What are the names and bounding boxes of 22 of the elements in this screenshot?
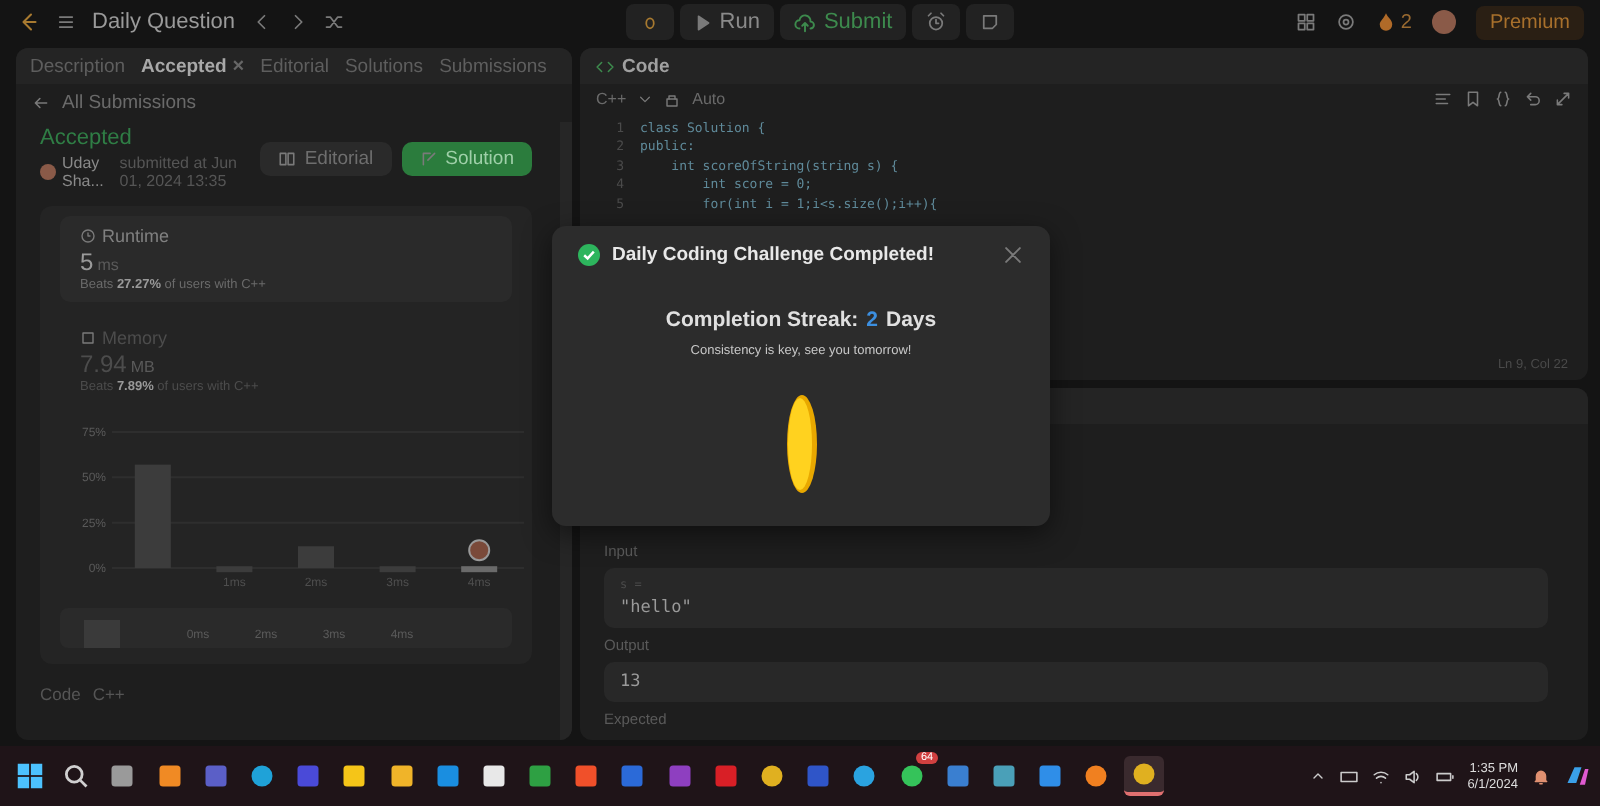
submit-button[interactable]: Submit [779, 4, 907, 40]
premium-button[interactable]: Premium [1475, 5, 1584, 39]
streak-text: Completion Streak: 2 Days [665, 308, 937, 332]
panel-tab[interactable]: Description [24, 51, 132, 81]
streak-count: 2 [1400, 11, 1412, 33]
panel-tab[interactable]: Solutions [338, 51, 430, 81]
stat-title: Runtime [102, 226, 170, 246]
solution-button[interactable]: Solution [401, 141, 532, 175]
editorial-button[interactable]: Editorial [260, 141, 392, 175]
language-selector[interactable]: C++ [596, 90, 627, 108]
all-submissions-link[interactable]: All Submissions [62, 92, 197, 114]
run-button[interactable]: Run [679, 4, 774, 40]
panel-tab[interactable]: Submissions [433, 51, 553, 81]
value-field: 13 [604, 662, 1548, 702]
submission-status: Accepted [40, 126, 134, 150]
dialog-title: Daily Coding Challenge Completed! [612, 244, 934, 266]
panel-title: Code [622, 55, 670, 77]
author-name[interactable]: Uday Sha... [62, 154, 114, 190]
autocomplete-mode[interactable]: Auto [692, 90, 726, 108]
panel-tab[interactable]: Accepted × [135, 51, 251, 81]
panel-tab[interactable]: Editorial [254, 51, 335, 81]
problem-list-title[interactable]: Daily Question [92, 10, 236, 34]
